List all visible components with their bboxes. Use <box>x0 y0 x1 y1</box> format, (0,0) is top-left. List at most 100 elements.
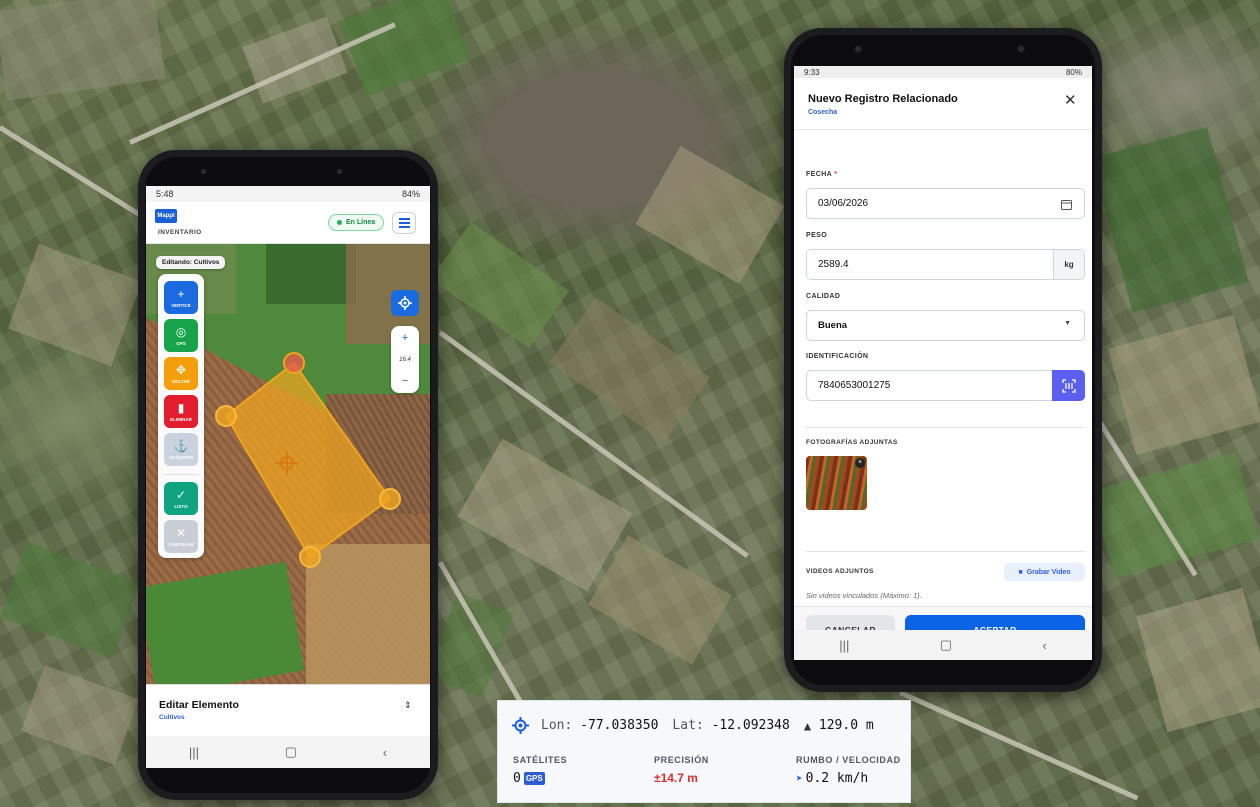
dialog-title: Nuevo Registro Relacionado <box>808 93 958 105</box>
dropdown-arrow-icon: ▼ <box>1064 320 1071 327</box>
altitude-value: 129.0 m <box>818 718 874 733</box>
front-camera <box>199 167 208 176</box>
home-icon[interactable]: ▢ <box>285 744 297 760</box>
front-sensor <box>1016 44 1026 54</box>
recent-apps-icon[interactable]: ||| <box>189 745 199 760</box>
gps-icon: ◎ <box>175 324 187 339</box>
record-video-button[interactable]: ■ Grabar Video <box>1004 563 1085 581</box>
status-bar: 9:33 80% <box>794 66 1092 78</box>
zoom-level: 16.4 <box>399 356 411 363</box>
gps-coordinates-row: Lon: -77.038350 Lat: -12.092348 ▲ 129.0 … <box>512 717 874 734</box>
android-nav-bar: ||| ▢ ‹ <box>794 630 1092 660</box>
toolbar-divider <box>164 474 198 475</box>
fecha-label: FECHA * <box>806 171 838 178</box>
dialog-subtitle: Cosecha <box>808 109 838 116</box>
peso-label: PESO <box>806 232 828 239</box>
precision-value: ±14.7 m <box>654 771 698 785</box>
calidad-select[interactable]: Buena ▼ <box>806 310 1085 341</box>
calendar-icon <box>1061 200 1072 210</box>
longitude-label: Lon: <box>541 718 573 733</box>
satellites-value: 0 <box>513 771 521 786</box>
mountain-icon: ▲ <box>803 718 812 733</box>
online-status-label: En Línea <box>346 219 376 226</box>
add-vertex-button[interactable]: + VERTICE <box>164 281 198 314</box>
battery-indicator: 84% <box>401 189 420 199</box>
recent-apps-icon[interactable]: ||| <box>839 638 849 653</box>
identificacion-input[interactable]: 7840653001275 <box>806 370 1085 401</box>
app-logo: Mappi <box>155 209 177 223</box>
photos-label: FOTOGRAFÍAS ADJUNTAS <box>806 439 898 446</box>
heading-arrow-icon: ➤ <box>796 772 803 785</box>
attached-photo-thumbnail[interactable]: × <box>806 456 867 510</box>
speed-value: 0.2 km/h <box>805 771 869 786</box>
gps-vertex-button[interactable]: ◎ GPS <box>164 319 198 352</box>
dialog-header: Nuevo Registro Relacionado Cosecha ✕ <box>794 78 1092 130</box>
identificacion-value: 7840653001275 <box>818 380 891 391</box>
battery-indicator: 80% <box>1065 67 1082 77</box>
release-button[interactable]: ✥ SOLTAR <box>164 357 198 390</box>
crop-polygon <box>224 361 392 559</box>
fecha-date-input[interactable]: 03/06/2026 <box>806 188 1085 219</box>
satellites-stat: SATÉLITES 0 GPS <box>513 755 568 786</box>
fecha-value: 03/06/2026 <box>818 198 869 209</box>
precision-stat: PRECISIÓN ±14.7 m <box>654 755 709 785</box>
anchor-icon: ⚓ <box>173 438 189 453</box>
phone-record-form: 9:33 80% Nuevo Registro Relacionado Cose… <box>784 28 1102 692</box>
zoom-out-button[interactable]: − <box>402 375 408 387</box>
done-button[interactable]: ✓ LISTO <box>164 482 198 515</box>
gps-info-panel: Lon: -77.038350 Lat: -12.092348 ▲ 129.0 … <box>497 700 911 803</box>
expand-chevron-icon[interactable]: ⇕ <box>404 700 412 711</box>
peso-unit: kg <box>1053 250 1084 279</box>
polygon-vertex <box>379 488 401 510</box>
calidad-value: Buena <box>818 320 848 331</box>
app-section-label: INVENTARIO <box>158 229 202 236</box>
zoom-control: + 16.4 − <box>391 326 419 393</box>
android-nav-bar: ||| ▢ ‹ <box>146 736 430 768</box>
status-time: 9:33 <box>804 67 820 77</box>
app-header: Mappi INVENTARIO En Línea <box>146 202 430 244</box>
scan-barcode-button[interactable] <box>1052 370 1085 401</box>
delete-vertex-button[interactable]: ▮ ELIMINAR <box>164 395 198 428</box>
back-icon[interactable]: ‹ <box>1042 638 1046 653</box>
location-target-icon <box>512 717 529 734</box>
section-divider <box>806 427 1085 428</box>
edit-element-panel[interactable]: Editar Elemento Cultivos ⇕ <box>146 684 430 736</box>
cancel-edit-button[interactable]: ✕ CANCELAR <box>164 520 198 553</box>
polygon-vertex-selected <box>283 352 305 374</box>
plus-icon: + <box>177 286 185 301</box>
zoom-in-button[interactable]: + <box>402 332 408 344</box>
peso-input[interactable]: 2589.4 kg <box>806 249 1085 280</box>
videos-label: VIDEOS ADJUNTOS <box>806 568 874 575</box>
front-sensor <box>335 167 344 176</box>
online-status-badge: En Línea <box>328 214 385 231</box>
check-icon: ✓ <box>175 487 187 502</box>
hamburger-menu-button[interactable] <box>392 212 416 234</box>
latitude-label: Lat: <box>672 718 704 733</box>
polygon-vertex <box>215 405 237 427</box>
latitude-value: -12.092348 <box>711 718 790 733</box>
back-icon[interactable]: ‹ <box>383 745 387 760</box>
longitude-value: -77.038350 <box>580 718 659 733</box>
editing-layer-chip: Editando: Cultivos <box>156 256 226 269</box>
status-time: 5:48 <box>156 189 174 199</box>
calidad-label: CALIDAD <box>806 293 841 300</box>
move-icon: ✥ <box>175 362 187 377</box>
section-divider <box>806 551 1085 552</box>
status-bar: 5:48 84% <box>146 186 430 202</box>
map-editor-screen: 5:48 84% Mappi INVENTARIO En Línea Edita… <box>146 186 430 768</box>
video-camera-icon: ■ <box>1018 568 1023 576</box>
close-icon: ✕ <box>175 525 187 540</box>
panel-subtitle: Cultivos <box>159 714 185 721</box>
phone-map-editor: 5:48 84% Mappi INVENTARIO En Línea Edita… <box>138 150 438 800</box>
adjust-button-disabled[interactable]: ⚓ ADJUSTAR <box>164 433 198 466</box>
trash-icon: ▮ <box>177 400 185 415</box>
record-form-screen: 9:33 80% Nuevo Registro Relacionado Cose… <box>794 66 1092 660</box>
peso-value: 2589.4 <box>818 259 849 270</box>
front-camera <box>853 44 863 54</box>
home-icon[interactable]: ▢ <box>940 637 952 653</box>
remove-photo-icon[interactable]: × <box>855 458 865 468</box>
locate-me-button[interactable] <box>391 290 419 316</box>
edit-toolbar: + VERTICE ◎ GPS ✥ SOLTAR ▮ ELIMINAR ⚓ AD… <box>158 274 204 558</box>
close-dialog-button[interactable]: ✕ <box>1064 91 1077 109</box>
satellite-map[interactable]: Editando: Cultivos + VERTICE ◎ GPS ✥ SOL… <box>146 244 430 684</box>
